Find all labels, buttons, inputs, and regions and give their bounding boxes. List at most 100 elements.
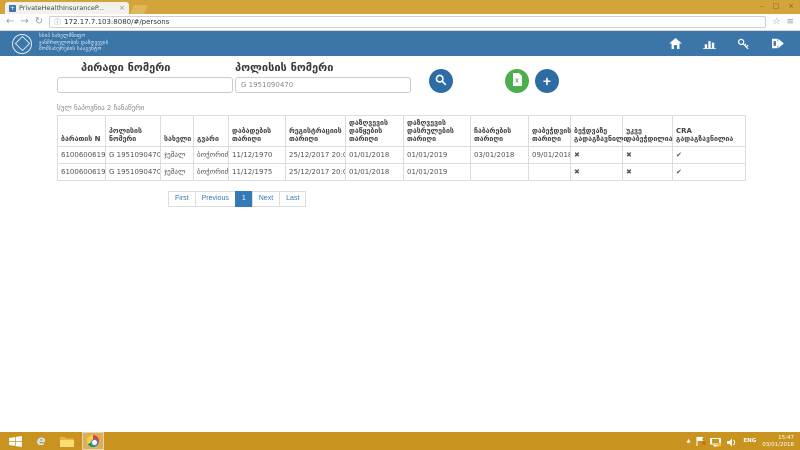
table-cell: ჯემალ xyxy=(161,164,194,181)
start-button[interactable] xyxy=(4,432,26,450)
bookmark-star-icon[interactable]: ☆ xyxy=(772,17,780,27)
org-name: სსიპ სახელმწიფო ჯანმრთელობის დაზღვევის მ… xyxy=(39,34,109,53)
table-cell: ✔ xyxy=(673,147,746,164)
table-header-row: ბარათის N პოლისის ნომერი სახელი გვარი და… xyxy=(58,116,746,147)
personal-number-field-group: პირადი ნომერი xyxy=(57,61,233,93)
table-cell: ბოჭორიძე xyxy=(194,164,229,181)
internet-explorer-icon[interactable]: e xyxy=(30,432,52,450)
table-header-cell: რეგისტრაციის თარიღი xyxy=(286,116,346,147)
table-cell: ✖ xyxy=(623,164,673,181)
home-icon[interactable] xyxy=(669,38,682,49)
table-header-cell: უკვე დაბეჭდილია xyxy=(623,116,673,147)
network-icon[interactable] xyxy=(710,432,721,450)
table-cell: 09/01/2018 xyxy=(529,147,571,164)
key-icon[interactable] xyxy=(737,38,750,49)
logout-icon[interactable] xyxy=(771,38,784,49)
pagination: First Previous 1 Next Last xyxy=(169,191,306,207)
browser-titlebar: + PrivateHealthInsuranceP... × – □ × xyxy=(0,0,800,14)
table-header-cell: სახელი xyxy=(161,116,194,147)
window-maximize-icon[interactable]: □ xyxy=(773,2,780,10)
window-controls: – □ × xyxy=(760,2,794,10)
action-center-flag-icon[interactable]: × xyxy=(696,437,704,446)
excel-file-icon: x xyxy=(512,73,523,89)
url-text: 172.17.7.103:8080/#/persons xyxy=(64,18,169,26)
windows-flag-icon xyxy=(9,436,22,447)
tab-title: PrivateHealthInsuranceP... xyxy=(19,4,116,12)
search-icon xyxy=(435,74,447,89)
pagination-previous-button[interactable]: Previous xyxy=(195,191,236,207)
org-name-line: მომსახურების სააგენტო xyxy=(39,47,109,53)
table-cell: ✖ xyxy=(623,147,673,164)
table-cell: 03/01/2018 xyxy=(471,147,529,164)
table-cell: 61006006190 xyxy=(58,147,106,164)
table-cell: 25/12/2017 20:06 xyxy=(286,164,346,181)
pagination-next-button[interactable]: Next xyxy=(252,191,280,207)
address-bar[interactable]: ⓘ 172.17.7.103:8080/#/persons xyxy=(49,16,766,28)
results-summary: სულ ნაპოვნია 2 ჩანაწერი xyxy=(57,104,800,112)
back-icon[interactable]: ← xyxy=(6,17,14,27)
table-cell: 11/12/1975 xyxy=(229,164,286,181)
pagination-last-button[interactable]: Last xyxy=(279,191,306,207)
main-content: პირადი ნომერი პოლისის ნომერი x + სულ xyxy=(0,56,800,432)
taskbar-clock[interactable]: 15:47 03/01/2018 xyxy=(762,435,794,448)
table-header-cell: პოლისის ნომერი xyxy=(106,116,161,147)
table-header-cell: ჩაბარების თარიღი xyxy=(471,116,529,147)
table-cell: 01/01/2019 xyxy=(404,147,471,164)
table-cell: 11/12/1970 xyxy=(229,147,286,164)
page-info-icon[interactable]: ⓘ xyxy=(54,17,61,27)
chrome-taskbar-icon[interactable] xyxy=(82,432,104,450)
pagination-first-button[interactable]: First xyxy=(168,191,196,207)
table-cell: ბოჭორიძე xyxy=(194,147,229,164)
clock-date: 03/01/2018 xyxy=(762,442,794,448)
forward-icon[interactable]: → xyxy=(20,17,28,27)
clock-time: 15:47 xyxy=(778,435,794,441)
table-cell: ჯემალ xyxy=(161,147,194,164)
table-header-cell: დაბეჭდვის თარიღი xyxy=(529,116,571,147)
org-name-line: სსიპ სახელმწიფო xyxy=(39,34,109,40)
tray-expand-icon[interactable]: ▲ xyxy=(687,438,691,444)
table-cell: ✖ xyxy=(571,147,623,164)
new-tab-button[interactable] xyxy=(130,5,147,14)
windows-taskbar: e ▲ × ENG 15:47 03/01/2018 xyxy=(0,432,800,450)
table-header-cell: დაბადების თარიღი xyxy=(229,116,286,147)
volume-icon[interactable] xyxy=(727,432,737,450)
table-header-cell: დაზღვევის დაწყების თარიღი xyxy=(346,116,404,147)
screen: + PrivateHealthInsuranceP... × – □ × ← →… xyxy=(0,0,800,450)
table-cell: 25/12/2017 20:07 xyxy=(286,147,346,164)
table-row[interactable]: 61006006190 G 1951090470 ჯემალ ბოჭორიძე … xyxy=(58,147,746,164)
personal-number-input[interactable] xyxy=(57,77,233,93)
table-row[interactable]: 61006006190 G 1951090470 ჯემალ ბოჭორიძე … xyxy=(58,164,746,181)
table-header-cell: ბარათის N xyxy=(58,116,106,147)
browser-toolbar: ← → ↻ ⓘ 172.17.7.103:8080/#/persons ☆ ≡ xyxy=(0,14,800,31)
table-header-cell: გვარი xyxy=(194,116,229,147)
plus-icon: + xyxy=(543,74,551,88)
results-table: ბარათის N პოლისის ნომერი სახელი გვარი და… xyxy=(57,115,746,181)
table-cell: 01/01/2018 xyxy=(346,164,404,181)
refresh-icon[interactable]: ↻ xyxy=(35,17,43,27)
favicon-icon: + xyxy=(9,5,16,12)
window-minimize-icon[interactable]: – xyxy=(760,2,764,10)
personal-number-label: პირადი ნომერი xyxy=(81,61,233,74)
search-button[interactable] xyxy=(429,69,453,93)
statistics-chart-icon[interactable] xyxy=(703,38,716,49)
table-header-cell: ბეჭდვაზე გადაგზავნილი xyxy=(571,116,623,147)
pagination-page-1-button[interactable]: 1 xyxy=(235,191,253,207)
table-cell: 61006006190 xyxy=(58,164,106,181)
policy-number-input[interactable] xyxy=(235,77,411,93)
menu-icon[interactable]: ≡ xyxy=(786,17,794,27)
chrome-logo-icon xyxy=(87,435,99,447)
language-indicator[interactable]: ENG xyxy=(743,438,756,444)
table-cell: ✖ xyxy=(571,164,623,181)
add-button[interactable]: + xyxy=(535,69,559,93)
export-excel-button[interactable]: x xyxy=(505,69,529,93)
table-cell: G 1951090470 xyxy=(106,147,161,164)
table-cell: 01/01/2018 xyxy=(346,147,404,164)
tab-close-icon[interactable]: × xyxy=(119,4,125,12)
window-close-icon[interactable]: × xyxy=(788,2,794,10)
table-cell xyxy=(529,164,571,181)
policy-number-field-group: პოლისის ნომერი xyxy=(235,61,411,93)
browser-tab[interactable]: + PrivateHealthInsuranceP... × xyxy=(5,2,129,14)
table-cell: ✔ xyxy=(673,164,746,181)
file-explorer-icon[interactable] xyxy=(56,432,78,450)
table-cell: 01/01/2019 xyxy=(404,164,471,181)
